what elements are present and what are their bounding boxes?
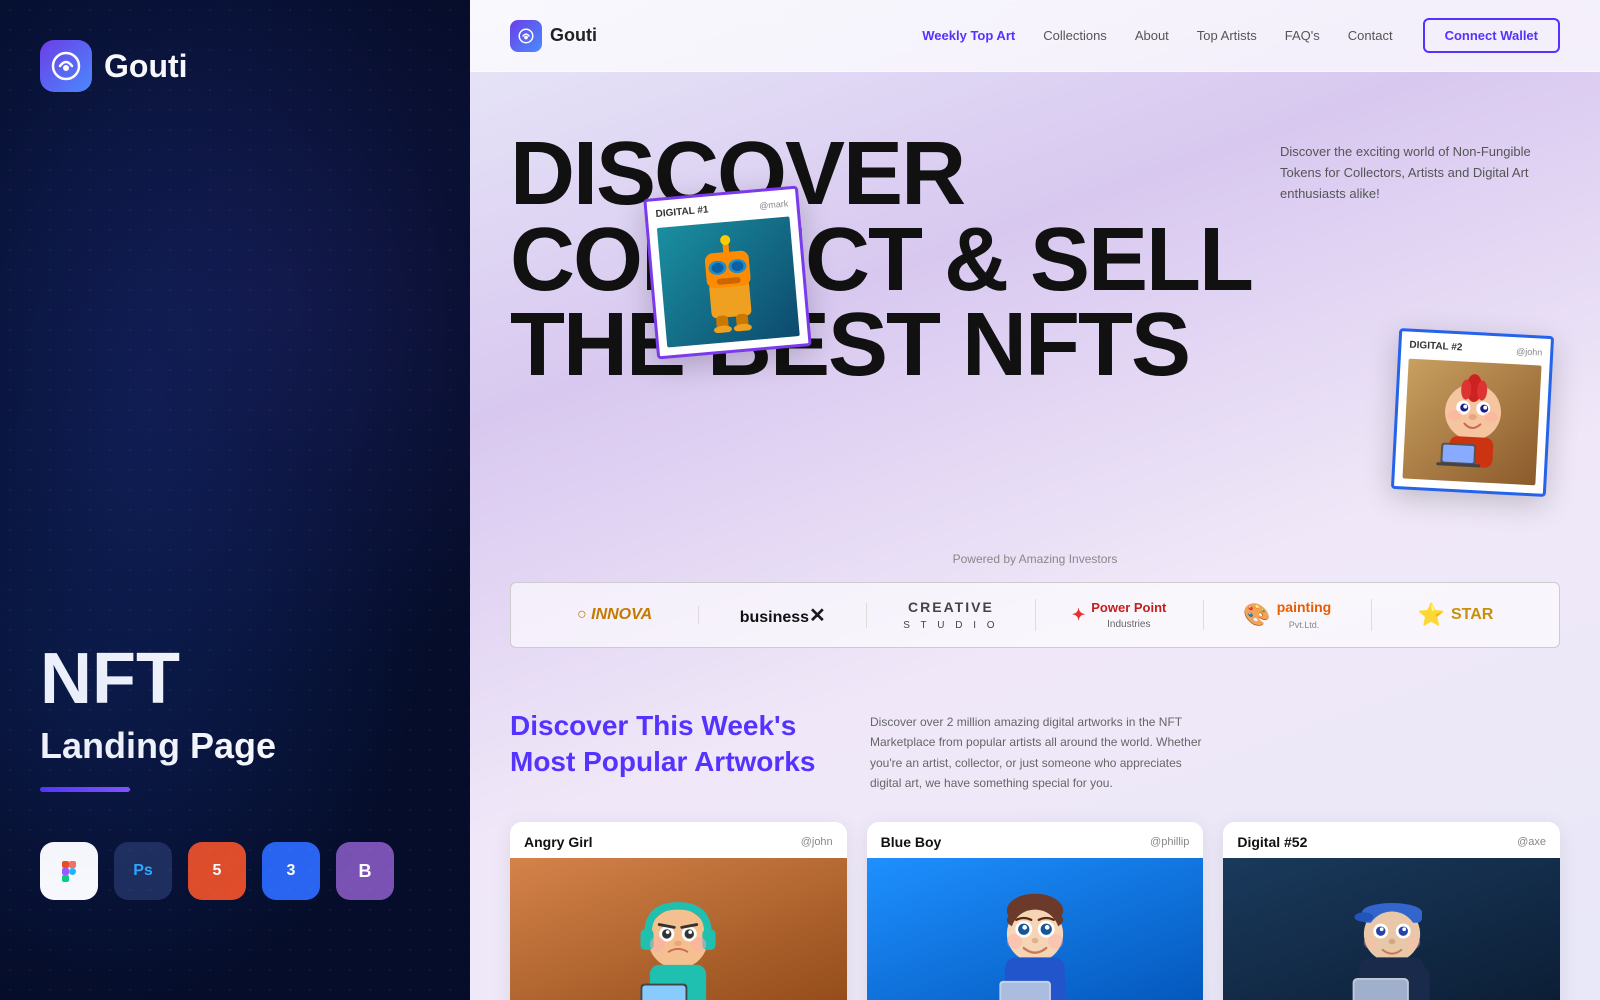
- nft-card-2-author: @john: [1516, 346, 1543, 357]
- nav-logo-icon: [510, 20, 542, 52]
- connect-wallet-button[interactable]: Connect Wallet: [1423, 18, 1560, 53]
- nav-contact[interactable]: Contact: [1348, 28, 1393, 43]
- discover-top: Discover This Week's Most Popular Artwor…: [510, 708, 1560, 794]
- artworks-grid: Angry Girl @john: [510, 822, 1560, 1000]
- nav-top-artists[interactable]: Top Artists: [1197, 28, 1257, 43]
- investor-creative: CREATIVES T U D I O: [867, 599, 1035, 631]
- artwork-card-header-3: Digital #52 @axe: [1223, 822, 1560, 858]
- css3-icon: 3: [262, 842, 320, 900]
- nav-weekly-top-art[interactable]: Weekly Top Art: [922, 28, 1015, 43]
- investor-innova: ○ INNOVA: [531, 606, 699, 624]
- discover-title: Discover This Week's Most Popular Artwor…: [510, 708, 830, 794]
- right-panel: Gouti Weekly Top Art Collections About T…: [470, 0, 1600, 1000]
- artwork-author-1: @john: [801, 836, 833, 848]
- discover-section: Discover This Week's Most Popular Artwor…: [470, 678, 1600, 1000]
- artwork-image-angry-girl: [510, 858, 847, 1000]
- artwork-author-2: @phillip: [1150, 836, 1189, 848]
- html5-icon: 5: [188, 842, 246, 900]
- main-title: NFT: [40, 643, 430, 715]
- discover-description: Discover over 2 million amazing digital …: [870, 708, 1210, 794]
- artwork-card-header-2: Blue Boy @phillip: [867, 822, 1204, 858]
- nav-links: Weekly Top Art Collections About Top Art…: [922, 28, 1392, 43]
- artwork-card-blue-boy[interactable]: Blue Boy @phillip: [867, 822, 1204, 1000]
- photoshop-icon: Ps: [114, 842, 172, 900]
- bootstrap-icon: B: [336, 842, 394, 900]
- nft-card-2-label: DIGITAL #2: [1409, 340, 1462, 354]
- artwork-title-3: Digital #52: [1237, 834, 1307, 850]
- nft-card-2-image: [1402, 359, 1541, 486]
- investors-bar: ○ INNOVA business✕ CREATIVES T U D I O ✦…: [510, 582, 1560, 648]
- artwork-image-blue-boy: [867, 858, 1204, 1000]
- left-logo-area: Gouti: [40, 40, 430, 92]
- nft-card-2: DIGITAL #2 @john: [1391, 328, 1554, 497]
- nav-collections[interactable]: Collections: [1043, 28, 1107, 43]
- nav-faqs[interactable]: FAQ's: [1285, 28, 1320, 43]
- artwork-image-digital52: [1223, 858, 1560, 1000]
- navbar: Gouti Weekly Top Art Collections About T…: [470, 0, 1600, 72]
- discover-title-highlight: Artworks: [694, 746, 815, 777]
- nft-card-1: DIGITAL #1 @mark: [643, 186, 811, 360]
- artwork-card-angry-girl[interactable]: Angry Girl @john: [510, 822, 847, 1000]
- left-logo-icon: [40, 40, 92, 92]
- investor-powerpoint: ✦ Power PointIndustries: [1036, 600, 1204, 630]
- nft-card-1-author: @mark: [759, 198, 789, 211]
- artwork-author-3: @axe: [1517, 836, 1546, 848]
- left-panel: Gouti NFT Landing Page Ps: [0, 0, 470, 1000]
- figma-icon: [40, 842, 98, 900]
- tool-icons: Ps 5 3 B: [40, 842, 430, 900]
- investor-painting: 🎨 paintingPvt.Ltd.: [1204, 599, 1372, 631]
- main-title-area: NFT Landing Page Ps 5: [40, 643, 430, 900]
- artwork-card-header-1: Angry Girl @john: [510, 822, 847, 858]
- investor-business: business✕: [699, 603, 867, 628]
- nav-about[interactable]: About: [1135, 28, 1169, 43]
- nft-card-1-label: DIGITAL #1: [655, 204, 709, 220]
- investors-section: Powered by Amazing Investors ○ INNOVA bu…: [470, 532, 1600, 678]
- hero-section: Discover the exciting world of Non-Fungi…: [470, 72, 1600, 532]
- main-subtitle: Landing Page: [40, 725, 430, 767]
- artwork-title-1: Angry Girl: [524, 834, 592, 850]
- investor-star: ⭐ STAR: [1372, 602, 1539, 628]
- left-logo-text: Gouti: [104, 48, 188, 85]
- artwork-card-digital52[interactable]: Digital #52 @axe: [1223, 822, 1560, 1000]
- nav-logo: Gouti: [510, 20, 597, 52]
- investors-label: Powered by Amazing Investors: [510, 552, 1560, 566]
- nav-logo-text: Gouti: [550, 25, 597, 46]
- artwork-title-2: Blue Boy: [881, 834, 942, 850]
- nft-card-1-image: [657, 216, 800, 347]
- title-underline: [40, 787, 130, 792]
